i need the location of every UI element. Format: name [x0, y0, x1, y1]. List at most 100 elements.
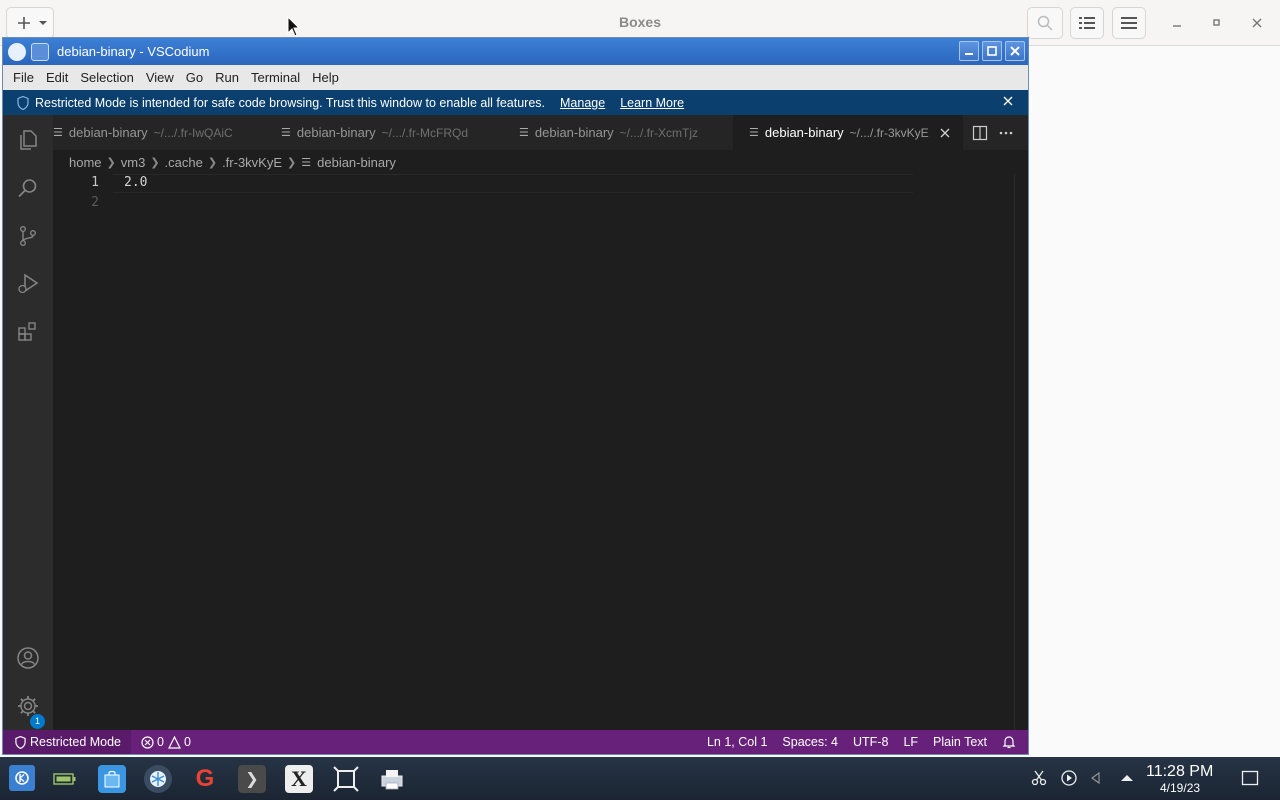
clock-date[interactable]: 4/19/23	[1160, 781, 1200, 795]
hamburger-menu-icon	[1121, 17, 1137, 29]
menu-run[interactable]: Run	[209, 70, 245, 85]
language-mode[interactable]: Plain Text	[933, 735, 987, 749]
battery-icon	[53, 773, 76, 785]
printer-app-icon[interactable]	[378, 765, 406, 793]
system-tray-expand-icon[interactable]	[1118, 769, 1136, 787]
accounts-icon[interactable]	[16, 646, 40, 670]
tab-label: debian-binary	[68, 125, 148, 140]
file-icon: ☰	[53, 127, 63, 139]
window-close-button[interactable]	[1005, 41, 1025, 61]
editor-scrollbar[interactable]	[1014, 174, 1028, 730]
show-desktop-icon[interactable]	[1241, 769, 1259, 787]
list-view-icon	[1079, 17, 1095, 29]
window-minimize-button[interactable]	[959, 41, 979, 61]
volume-icon[interactable]	[1086, 769, 1104, 787]
code-line[interactable]: 2.0	[124, 175, 147, 190]
menu-go[interactable]: Go	[180, 70, 209, 85]
chevron-right-icon: ❯	[207, 156, 218, 169]
tab-path: ~/.../.fr-IwQAiC	[153, 125, 233, 140]
banner-message: Restricted Mode is intended for safe cod…	[35, 95, 545, 110]
window-title: debian-binary - VSCodium	[57, 44, 210, 59]
tab-debian-binary-1[interactable]: ☰ debian-binary ~/.../.fr-IwQAiC	[53, 115, 273, 150]
boxes-menu-button[interactable]	[1112, 7, 1146, 39]
battery-monitor-icon[interactable]	[52, 765, 78, 793]
boxes-app-icon	[333, 766, 359, 792]
chevron-right-icon: ❯	[150, 156, 160, 169]
clipboard-scissors-icon[interactable]	[1030, 769, 1048, 787]
menu-help[interactable]: Help	[306, 70, 345, 85]
close-icon	[1010, 46, 1020, 56]
breadcrumb-fr-folder[interactable]: .fr-3kvKyE	[222, 155, 282, 170]
breadcrumb-home[interactable]: home	[69, 155, 102, 170]
split-editor-icon[interactable]	[972, 125, 988, 141]
search-icon[interactable]	[16, 176, 40, 200]
terminal-icon[interactable]: ❯	[238, 765, 266, 793]
vscodium-titlebar[interactable]: debian-binary - VSCodium	[3, 38, 1028, 65]
tab-debian-binary-3[interactable]: ☰ debian-binary ~/.../.fr-XcmTjz	[519, 115, 749, 150]
breadcrumb-file[interactable]: debian-binary	[317, 155, 396, 170]
file-icon: ☰	[281, 127, 291, 139]
banner-close-icon[interactable]	[1002, 95, 1014, 107]
warning-icon	[167, 735, 181, 749]
vscodium-taskbar-icon[interactable]	[144, 765, 172, 793]
indentation[interactable]: Spaces: 4	[782, 735, 838, 749]
cursor-position[interactable]: Ln 1, Col 1	[707, 735, 767, 749]
more-actions-icon[interactable]	[998, 125, 1014, 141]
source-control-icon[interactable]	[16, 224, 40, 248]
menu-selection[interactable]: Selection	[74, 70, 139, 85]
learn-more-link[interactable]: Learn More	[620, 96, 684, 110]
restricted-mode-indicator[interactable]: Restricted Mode	[3, 730, 132, 754]
boxes-minimize-button[interactable]	[1166, 12, 1188, 34]
menu-file[interactable]: File	[7, 70, 40, 85]
breadcrumb-cache[interactable]: .cache	[165, 155, 203, 170]
boxes-view-list-button[interactable]	[1070, 7, 1104, 39]
menu-terminal[interactable]: Terminal	[245, 70, 306, 85]
error-count: 0	[157, 735, 164, 749]
manage-link[interactable]: Manage	[560, 96, 605, 110]
editor-area[interactable]: 1 2.0 2	[53, 174, 1028, 730]
problems-indicator[interactable]: 0 0	[141, 735, 191, 749]
scissors-icon	[1031, 770, 1047, 786]
end-of-line[interactable]: LF	[903, 735, 918, 749]
window-menu-icon[interactable]	[31, 43, 49, 61]
line-number: 2	[91, 195, 99, 210]
encoding[interactable]: UTF-8	[853, 735, 888, 749]
tab-debian-binary-active[interactable]: ☰ debian-binary ~/.../.fr-3kvKyE	[733, 115, 963, 150]
status-bar: Restricted Mode 0 0 Ln 1, Col 1 Spaces: …	[3, 730, 1028, 754]
media-player-icon[interactable]	[1060, 769, 1078, 787]
tab-path: ~/.../.fr-3kvKyE	[849, 125, 929, 140]
taskbar: G ❯ X 11:28 PM 4/19/23	[0, 757, 1280, 800]
tab-path: ~/.../.fr-McFRQd	[381, 125, 468, 140]
window-maximize-button[interactable]	[982, 41, 1002, 61]
printer-icon	[381, 770, 403, 790]
run-debug-icon[interactable]	[16, 272, 40, 296]
vscodium-icon	[150, 771, 166, 787]
tab-close-icon[interactable]	[939, 127, 951, 139]
breadcrumb-vm3[interactable]: vm3	[121, 155, 146, 170]
chevron-up-icon	[1121, 775, 1133, 781]
tab-debian-binary-2[interactable]: ☰ debian-binary ~/.../.fr-McFRQd	[281, 115, 511, 150]
menu-edit[interactable]: Edit	[40, 70, 74, 85]
application-launcher-icon[interactable]	[9, 765, 35, 791]
clock-time[interactable]: 11:28 PM	[1146, 763, 1213, 781]
search-icon	[1037, 15, 1053, 31]
xorg-x-icon[interactable]: X	[285, 765, 313, 793]
warning-count: 0	[183, 735, 191, 749]
file-icon: ☰	[519, 127, 529, 139]
boxes-search-button[interactable]	[1027, 7, 1063, 39]
extensions-icon[interactable]	[16, 320, 40, 344]
explorer-icon[interactable]	[16, 128, 40, 152]
chevron-right-icon: ❯	[287, 156, 297, 169]
boxes-maximize-button[interactable]	[1206, 12, 1228, 34]
maximize-icon	[987, 46, 997, 56]
google-chrome-icon[interactable]: G	[191, 765, 219, 793]
menu-view[interactable]: View	[140, 70, 180, 85]
kde-app-icon[interactable]	[8, 43, 26, 61]
vm-boxes-icon[interactable]	[332, 765, 360, 793]
discover-store-icon[interactable]	[98, 765, 126, 793]
restricted-mode-label: Restricted Mode	[30, 735, 122, 749]
notifications-bell-icon[interactable]	[1002, 735, 1016, 749]
boxes-close-button[interactable]	[1246, 12, 1268, 34]
maximize-icon	[1213, 19, 1220, 26]
file-icon: ☰	[301, 156, 312, 169]
